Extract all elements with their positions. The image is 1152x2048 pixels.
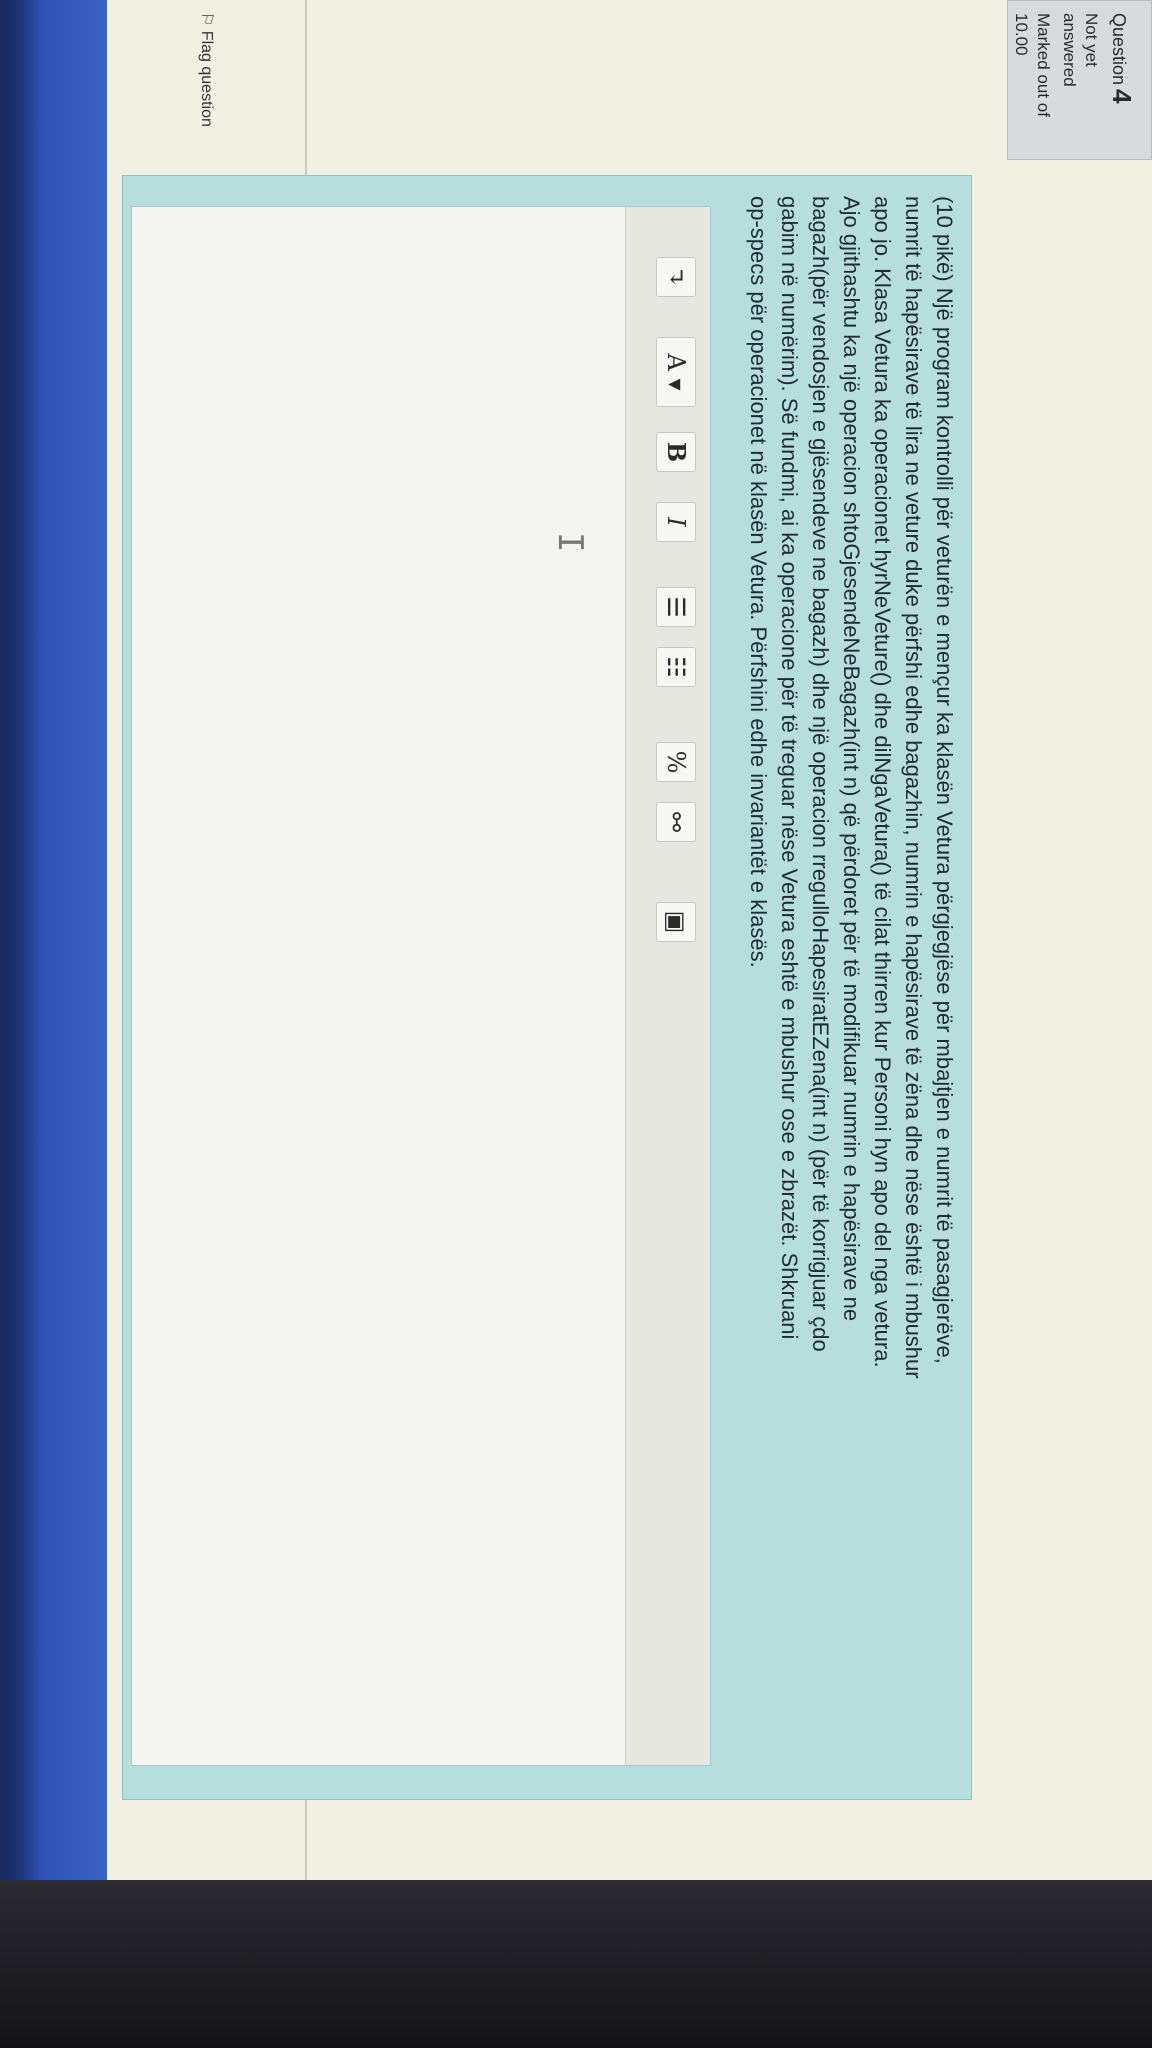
editor-toolbar: ↴ A ▾ B I ☰ ☷ % ⚯ ▣ xyxy=(625,207,710,1765)
answer-editor[interactable]: ↴ A ▾ B I ☰ ☷ % ⚯ ▣ I xyxy=(131,206,711,1766)
ordered-list-button[interactable]: ☷ xyxy=(656,647,696,687)
link-button[interactable]: % xyxy=(656,742,696,782)
italic-icon: I xyxy=(662,517,690,527)
ordered-list-icon: ☷ xyxy=(662,656,690,678)
question-info-box: Question4 Not yet answered Marked out of 1… xyxy=(1007,0,1152,160)
text-line: gabim në numërim). Së fundmi, ai ka oper… xyxy=(777,196,802,1340)
italic-button[interactable]: I xyxy=(656,502,696,542)
image-icon: ▣ xyxy=(662,910,690,934)
question-formulation: (10 pikë) Një program kontrolli për vetu… xyxy=(122,175,972,1800)
question-number: Question4 xyxy=(1107,13,1137,104)
question-grade: Marked out of 10.00 xyxy=(1012,13,1053,117)
expand-icon: ↴ xyxy=(662,266,690,288)
text-line: (10 pikë) Një program kontrolli për vetu… xyxy=(932,196,957,1364)
screen-bezel xyxy=(0,1880,1152,2048)
text-line: apo jo. Klasa Vetura ka operacionet hyrN… xyxy=(870,196,895,1368)
question-status: Not yet answered xyxy=(1060,13,1101,87)
text-cursor: I xyxy=(550,532,590,553)
quiz-page: Question4 Not yet answered Marked out of 1… xyxy=(107,0,1152,2048)
text-line: op-specs për operacionet në klasën Vetur… xyxy=(746,196,771,968)
screen: Question4 Not yet answered Marked out of 1… xyxy=(0,0,1152,2048)
font-color-icon: A ▾ xyxy=(662,353,690,391)
flag-icon: ⚐ xyxy=(198,12,215,31)
bold-button[interactable]: B xyxy=(656,432,696,472)
unlink-button[interactable]: ⚯ xyxy=(656,802,696,842)
insert-image-button[interactable]: ▣ xyxy=(656,902,696,942)
toolbar-toggle-button[interactable]: ↴ xyxy=(656,257,696,297)
link-icon: % xyxy=(662,750,690,774)
unordered-list-button[interactable]: ☰ xyxy=(656,587,696,627)
text-line: Ajo gjithashtu ka një operacion shtoGjes… xyxy=(839,196,864,1322)
flag-question-link[interactable]: ⚐ Flag question xyxy=(197,12,217,127)
question-text: (10 pikë) Një program kontrolli për vetu… xyxy=(717,196,957,1776)
unordered-list-icon: ☰ xyxy=(662,596,690,618)
text-line: numrit të hapësirave të lira ne veture d… xyxy=(901,196,926,1379)
bold-icon: B xyxy=(662,441,691,463)
desktop-background xyxy=(0,0,107,2048)
unlink-icon: ⚯ xyxy=(662,811,690,833)
text-line: bagazh(për vendosjen e gjësendeve ne bag… xyxy=(808,196,833,1352)
font-color-button[interactable]: A ▾ xyxy=(656,337,696,407)
